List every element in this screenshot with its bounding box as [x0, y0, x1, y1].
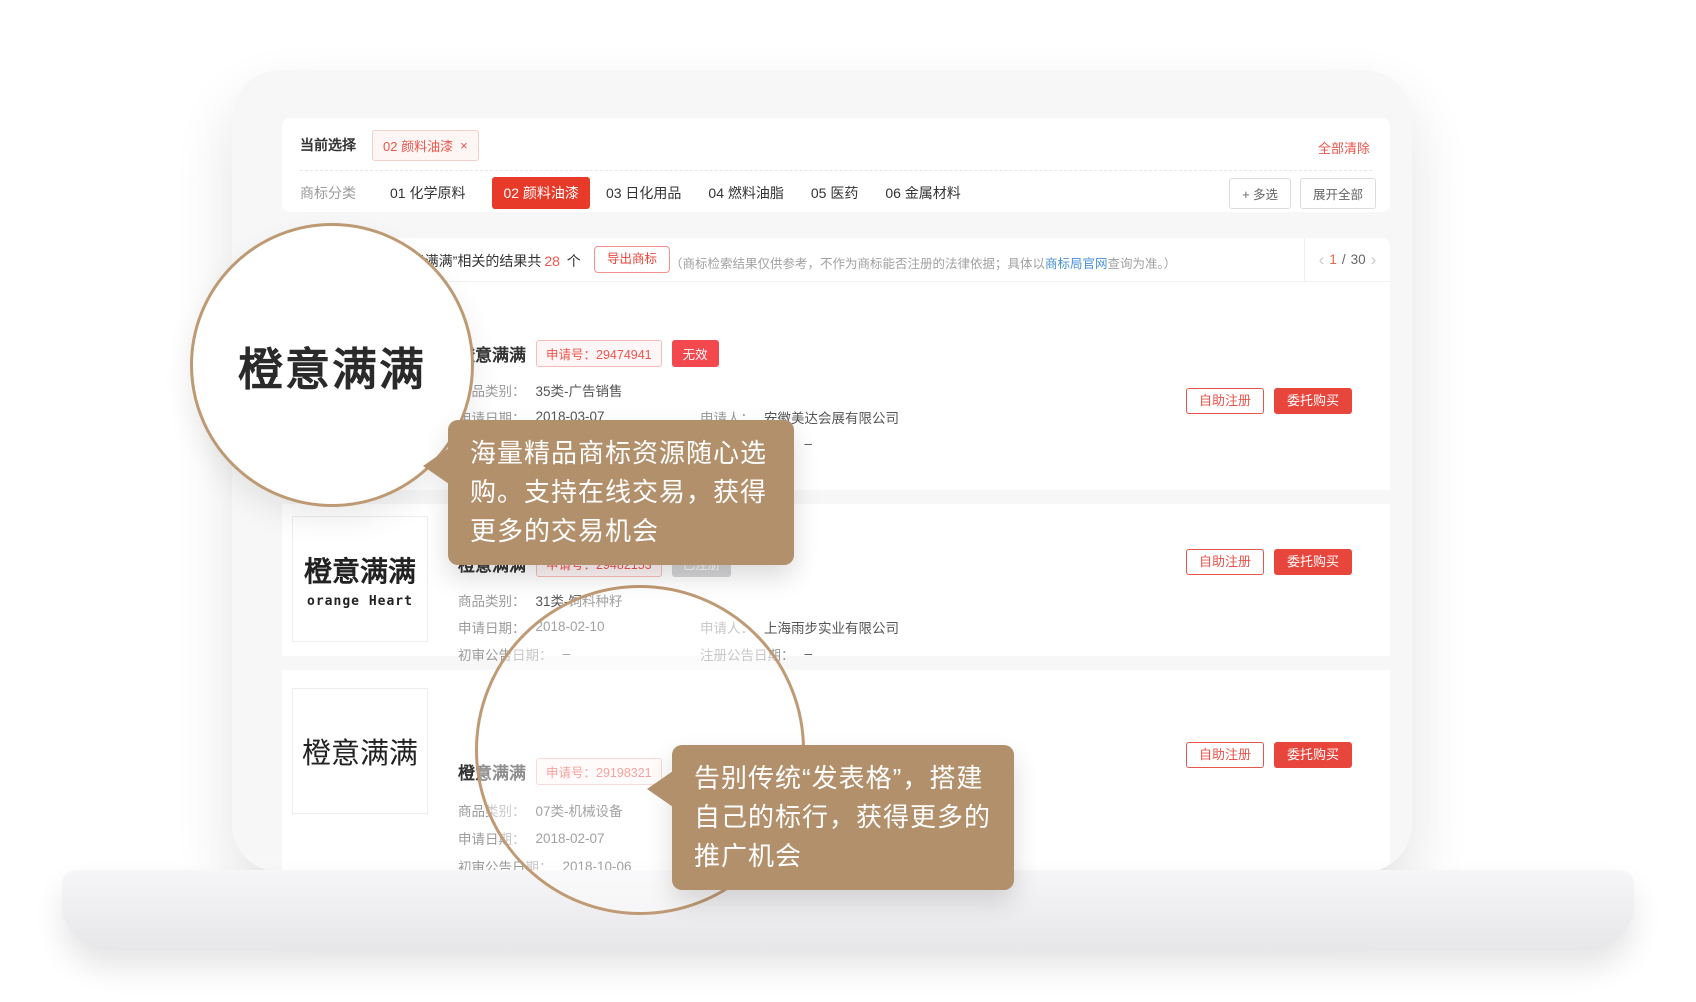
trademark-office-link[interactable]: 商标局官网	[1045, 257, 1108, 271]
results-summary-suffix: 个	[567, 253, 581, 269]
expand-all-button[interactable]: 展开全部	[1300, 178, 1376, 209]
row-title: 橙意满满 申请号：29474941 无效	[458, 340, 719, 367]
tag-close-icon[interactable]: ×	[460, 138, 468, 153]
selected-filter-tag[interactable]: 02 颜料油漆 ×	[372, 130, 479, 161]
pagination: ‹ 1 / 30 ›	[1304, 238, 1390, 281]
clear-all-button[interactable]: 全部清除	[1318, 138, 1370, 157]
multi-select-button[interactable]: + 多选	[1229, 178, 1291, 209]
category-item-04[interactable]: 04 燃料油脂	[708, 183, 783, 203]
category-item-02-selected[interactable]: 02 颜料油漆	[492, 177, 589, 209]
status-badge-invalid: 无效	[672, 340, 719, 367]
self-register-button[interactable]: 自助注册	[1186, 742, 1264, 768]
category-row-label: 商标分类	[300, 183, 356, 203]
callout-line: 推广机会	[694, 837, 992, 876]
entrust-buy-button[interactable]: 委托购买	[1274, 742, 1352, 768]
current-selection-label: 当前选择	[300, 135, 356, 155]
current-page: 1	[1329, 252, 1337, 267]
disclaimer-post: 查询为准。）	[1108, 257, 1177, 271]
thumbnail-text: 橙意满满	[304, 550, 416, 590]
trademark-thumbnail-3[interactable]: 橙意满满	[292, 688, 428, 814]
category-item-01[interactable]: 01 化学原料	[390, 183, 465, 203]
results-count: 28	[544, 253, 560, 269]
filter-card: 当前选择 02 颜料油漆 × 全部清除 商标分类 01 化学原料 02 颜料油漆…	[282, 118, 1390, 212]
thumbnail-text: 橙意满满	[302, 730, 418, 772]
category-item-05[interactable]: 05 医药	[811, 183, 858, 203]
callout-arrow-left	[423, 448, 449, 484]
callout-arrow-left	[647, 771, 673, 807]
category-item-03[interactable]: 03 日化用品	[606, 183, 681, 203]
entrust-buy-button[interactable]: 委托购买	[1274, 388, 1352, 414]
current-selection-row: 当前选择 02 颜料油漆 ×	[300, 130, 479, 160]
results-header: 检索到“橙意满满”相关的结果共28 个 导出商标 （商标检索结果仅供参考，不作为…	[282, 238, 1390, 282]
row-actions: 自助注册 委托购买	[1186, 742, 1352, 768]
callout-marketplace: 海量精品商标资源随心选 购。支持在线交易，获得 更多的交易机会	[448, 420, 794, 565]
total-pages: 30	[1351, 252, 1366, 267]
self-register-button[interactable]: 自助注册	[1186, 549, 1264, 575]
disclaimer-text: （商标检索结果仅供参考，不作为商标能否注册的法律依据；具体以商标局官网查询为准。…	[670, 253, 1176, 272]
selected-filter-tag-label: 02 颜料油漆	[383, 136, 453, 155]
trademark-thumbnail-2[interactable]: 橙意满满 orange Heart	[292, 516, 428, 642]
magnified-trademark-text: 橙意满满	[238, 333, 426, 398]
row-actions: 自助注册 委托购买	[1186, 549, 1352, 575]
category-line: 商品类别：35类-广告销售	[458, 376, 623, 403]
prev-page-icon[interactable]: ‹	[1319, 251, 1325, 268]
callout-line: 告别传统“发表格”，搭建	[694, 759, 992, 798]
thumbnail-subtext: orange Heart	[307, 594, 413, 609]
export-trademark-button[interactable]: 导出商标	[594, 246, 670, 273]
application-number-badge: 申请号：29474941	[536, 340, 662, 367]
self-register-button[interactable]: 自助注册	[1186, 388, 1264, 414]
entrust-buy-button[interactable]: 委托购买	[1274, 549, 1352, 575]
callout-line: 海量精品商标资源随心选	[470, 434, 772, 473]
disclaimer-pre: （商标检索结果仅供参考，不作为商标能否注册的法律依据；具体以	[670, 257, 1045, 271]
category-item-06[interactable]: 06 金属材料	[885, 183, 960, 203]
dashed-divider	[300, 170, 1372, 171]
category-row: 商标分类 01 化学原料 02 颜料油漆 03 日化用品 04 燃料油脂 05 …	[300, 178, 1376, 208]
callout-promotion: 告别传统“发表格”，搭建 自己的标行，获得更多的 推广机会	[672, 745, 1014, 890]
callout-line: 自己的标行，获得更多的	[694, 798, 992, 837]
next-page-icon[interactable]: ›	[1371, 251, 1377, 268]
callout-line: 购。支持在线交易，获得	[470, 473, 772, 512]
row-actions: 自助注册 委托购买	[1186, 388, 1352, 414]
callout-line: 更多的交易机会	[470, 512, 772, 551]
page-separator: /	[1342, 252, 1346, 267]
